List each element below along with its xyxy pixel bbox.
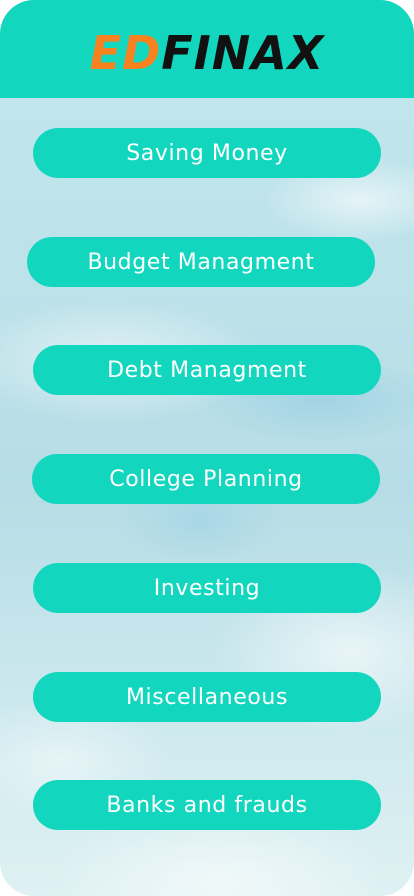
app-screen: EDFINAX Saving Money Budget Managment De… <box>0 0 414 896</box>
college-planning-button[interactable]: College Planning <box>32 454 380 504</box>
miscellaneous-button[interactable]: Miscellaneous <box>33 672 381 722</box>
edfinax-logo: EDFINAX <box>90 30 325 76</box>
app-header: EDFINAX <box>0 0 414 98</box>
budget-managment-button[interactable]: Budget Managment <box>27 237 375 287</box>
debt-managment-button[interactable]: Debt Managment <box>33 345 381 395</box>
saving-money-button[interactable]: Saving Money <box>33 128 381 178</box>
logo-finax-text: FINAX <box>161 26 325 80</box>
investing-button[interactable]: Investing <box>33 563 381 613</box>
logo-ed-text: ED <box>89 26 162 80</box>
banks-and-frauds-button[interactable]: Banks and frauds <box>33 780 381 830</box>
